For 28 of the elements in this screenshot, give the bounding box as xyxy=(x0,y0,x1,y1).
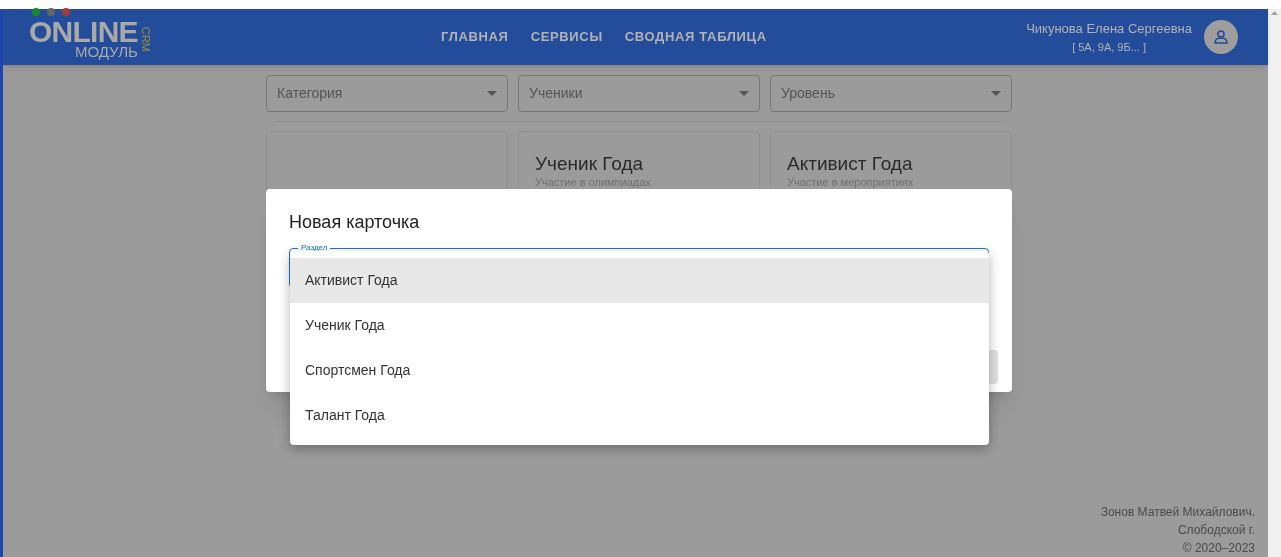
menu-option[interactable]: Активист Года xyxy=(290,258,989,303)
card-title: Ученик Года xyxy=(535,152,645,176)
caret-icon xyxy=(739,91,749,96)
caret-icon xyxy=(991,91,1001,96)
caret-icon xyxy=(487,91,497,96)
nav-link[interactable]: СЕРВИСЫ xyxy=(530,27,603,47)
nav-link[interactable]: СВОДНАЯ ТАБЛИЦА xyxy=(624,27,767,47)
logo-crm-text: CRM xyxy=(139,26,154,52)
footer-text: © 2020–2023 xyxy=(1182,540,1255,557)
user-icon xyxy=(1213,29,1229,45)
card-title: Активист Года xyxy=(787,152,914,176)
user-name: Чикунова Елена Сергеевна xyxy=(1026,20,1192,38)
logo-subtitle: МОДУЛЬ xyxy=(74,45,138,59)
filter-select[interactable]: Категория xyxy=(266,75,508,112)
scroll-up-icon[interactable] xyxy=(1271,11,1278,15)
logo-wordmark: ONLINE xyxy=(29,19,138,45)
menu-option[interactable]: Ученик Года xyxy=(290,303,989,348)
menu-option[interactable]: Талант Года xyxy=(290,393,989,438)
filter-select[interactable]: Ученики xyxy=(518,75,760,112)
user-classes: [ 5А, 9А, 9Б... ] xyxy=(1072,39,1146,55)
dots-icon xyxy=(31,7,71,17)
avatar-button[interactable] xyxy=(1204,20,1238,54)
footer-text: Слободской г. xyxy=(1177,522,1255,539)
footer-text: Зонов Матвей Михайлович. xyxy=(1100,504,1255,521)
nav-link[interactable]: ГЛАВНАЯ xyxy=(441,27,509,47)
menu-option[interactable]: Спортсмен Года xyxy=(290,348,989,393)
filter-select[interactable]: Уровень xyxy=(770,75,1012,112)
dialog-title: Новая карточка xyxy=(289,211,421,234)
